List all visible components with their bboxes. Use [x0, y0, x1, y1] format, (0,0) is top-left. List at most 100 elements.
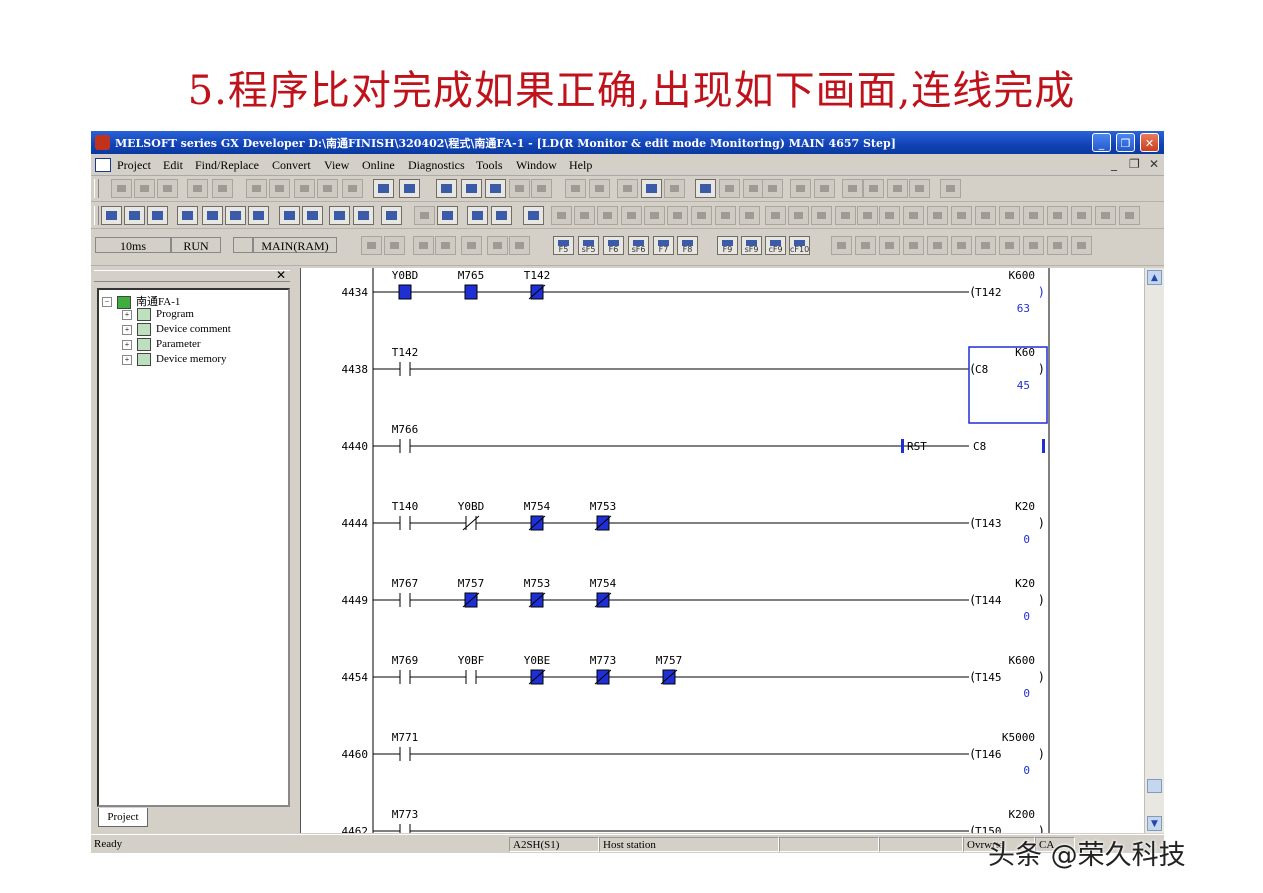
toolbar1-button[interactable]	[887, 179, 908, 198]
toolbar2-button[interactable]	[765, 206, 786, 225]
toolbar3-button[interactable]	[831, 236, 852, 255]
minimize-button[interactable]: _	[1092, 133, 1111, 152]
tree-item-device-memory[interactable]: + Device memory	[122, 353, 227, 366]
toolbar1-button[interactable]	[863, 179, 884, 198]
toolbar3-button[interactable]	[903, 236, 924, 255]
toolbar2-button[interactable]	[353, 206, 374, 225]
toolbar1-button[interactable]	[294, 179, 315, 198]
toolbar2-button[interactable]	[202, 206, 223, 225]
maximize-button[interactable]: ❐	[1116, 133, 1135, 152]
menu-convert[interactable]: Convert	[272, 158, 311, 173]
toolbar3-button[interactable]	[1023, 236, 1044, 255]
scroll-down-icon[interactable]: ▼	[1147, 816, 1162, 831]
menu-find-replace[interactable]: Find/Replace	[195, 158, 259, 173]
toolbar2-button[interactable]	[279, 206, 300, 225]
toolbar2-button[interactable]	[177, 206, 198, 225]
expand-icon[interactable]: +	[122, 354, 132, 365]
toolbar2-button[interactable]	[927, 206, 948, 225]
menu-help[interactable]: Help	[569, 158, 592, 173]
toolbar1-button[interactable]	[187, 179, 208, 198]
toolbar3-button[interactable]	[1071, 236, 1092, 255]
menu-project[interactable]: Project	[117, 158, 151, 173]
toolbar1-button[interactable]	[436, 179, 457, 198]
toolbar3-button[interactable]	[999, 236, 1020, 255]
toolbar3-button[interactable]	[927, 236, 948, 255]
toolbar1-button[interactable]	[695, 179, 716, 198]
toolbar1-button[interactable]	[157, 179, 178, 198]
toolbar2-button[interactable]	[739, 206, 760, 225]
ladder-key-button[interactable]: cF10	[789, 236, 810, 255]
tree-item-program[interactable]: + Program	[122, 308, 194, 321]
toolbar2-button[interactable]	[951, 206, 972, 225]
toolbar1-button[interactable]	[762, 179, 783, 198]
expand-icon[interactable]: +	[122, 324, 132, 335]
toolbar1-button[interactable]	[317, 179, 338, 198]
toolbar3-button[interactable]	[361, 236, 382, 255]
toolbar3-button[interactable]	[384, 236, 405, 255]
close-button[interactable]: ✕	[1140, 133, 1159, 152]
ladder-key-button[interactable]: sF5	[578, 236, 599, 255]
toolbar1-button[interactable]	[589, 179, 610, 198]
toolbar2-button[interactable]	[644, 206, 665, 225]
ladder-key-button[interactable]: sF9	[741, 236, 762, 255]
scroll-up-icon[interactable]: ▲	[1147, 270, 1162, 285]
toolbar2-button[interactable]	[437, 206, 458, 225]
toolbar1-button[interactable]	[842, 179, 863, 198]
toolbar1-button[interactable]	[565, 179, 586, 198]
toolbar2-button[interactable]	[788, 206, 809, 225]
panel-close-icon[interactable]: ✕	[276, 268, 286, 282]
toolbar3-button[interactable]	[461, 236, 482, 255]
toolbar2-button[interactable]	[691, 206, 712, 225]
toolbar2-button[interactable]	[124, 206, 145, 225]
toolbar2-button[interactable]	[1071, 206, 1092, 225]
toolbar1-button[interactable]	[509, 179, 530, 198]
mdi-minimize-button[interactable]: _	[1111, 157, 1117, 171]
toolbar2-button[interactable]	[381, 206, 402, 225]
toolbar1-button[interactable]	[399, 179, 420, 198]
menu-view[interactable]: View	[324, 158, 349, 173]
toolbar2-button[interactable]	[879, 206, 900, 225]
toolbar2-button[interactable]	[811, 206, 832, 225]
toolbar2-button[interactable]	[248, 206, 269, 225]
tree-item-device-comment[interactable]: + Device comment	[122, 323, 231, 336]
menu-diagnostics[interactable]: Diagnostics	[408, 158, 465, 173]
toolbar1-button[interactable]	[269, 179, 290, 198]
ladder-editor[interactable]: 4434 Y0BD M765 T142 K600(T142) 63 4438 T142 K60(…	[300, 268, 1145, 833]
ladder-key-button[interactable]: sF6	[628, 236, 649, 255]
toolbar3-button[interactable]	[487, 236, 508, 255]
toolbar1-button[interactable]	[641, 179, 662, 198]
ladder-key-button[interactable]: F5	[553, 236, 574, 255]
ladder-key-button[interactable]: F9	[717, 236, 738, 255]
title-bar[interactable]: MELSOFT series GX Developer D:\南通FINISH\…	[91, 131, 1164, 154]
toolbar3-button[interactable]	[975, 236, 996, 255]
toolbar1-button[interactable]	[246, 179, 267, 198]
toolbar3-button[interactable]	[413, 236, 434, 255]
toolbar2-button[interactable]	[551, 206, 572, 225]
ladder-key-button[interactable]: F8	[677, 236, 698, 255]
mdi-close-button[interactable]: ✕	[1149, 157, 1159, 171]
toolbar2-button[interactable]	[1095, 206, 1116, 225]
toolbar2-button[interactable]	[1047, 206, 1068, 225]
toolbar2-button[interactable]	[835, 206, 856, 225]
toolbar2-button[interactable]	[903, 206, 924, 225]
toolbar1-button[interactable]	[617, 179, 638, 198]
toolbar2-button[interactable]	[523, 206, 544, 225]
ladder-key-button[interactable]: cF9	[765, 236, 786, 255]
collapse-icon[interactable]: −	[102, 297, 112, 308]
toolbar2-button[interactable]	[975, 206, 996, 225]
toolbar1-button[interactable]	[373, 179, 394, 198]
toolbar3-button[interactable]	[1047, 236, 1068, 255]
toolbar1-button[interactable]	[940, 179, 961, 198]
toolbar1-button[interactable]	[743, 179, 764, 198]
toolbar3-button[interactable]	[879, 236, 900, 255]
toolbar1-button[interactable]	[134, 179, 155, 198]
toolbar3-button[interactable]	[951, 236, 972, 255]
menu-online[interactable]: Online	[362, 158, 395, 173]
menu-tools[interactable]: Tools	[476, 158, 503, 173]
tree-root[interactable]: − 南通FA-1	[102, 293, 180, 309]
toolbar1-button[interactable]	[111, 179, 132, 198]
toolbar1-button[interactable]	[461, 179, 482, 198]
toolbar2-button[interactable]	[1023, 206, 1044, 225]
toolbar2-button[interactable]	[467, 206, 488, 225]
toolbar3-button[interactable]	[855, 236, 876, 255]
